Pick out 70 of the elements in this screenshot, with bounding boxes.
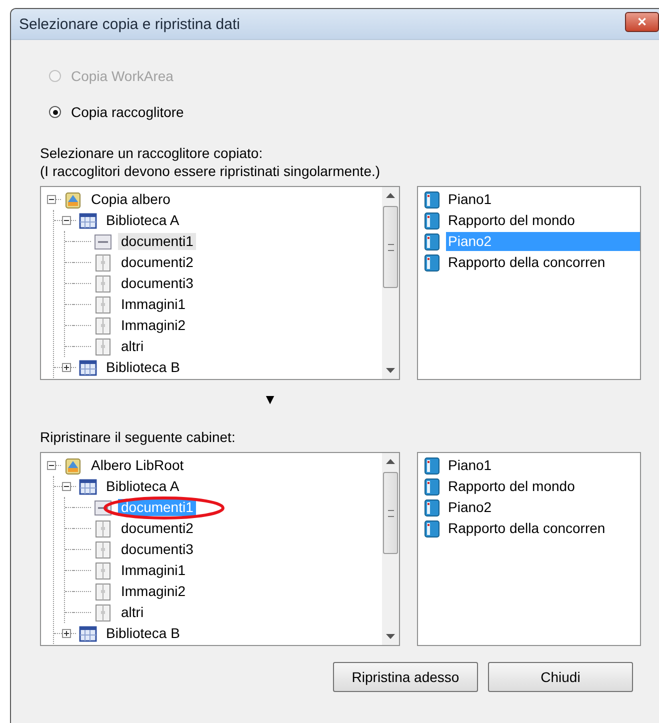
tree-item[interactable]: altri [118,338,147,355]
radio-label[interactable]: Copia raccoglitore [71,104,184,120]
binder-icon [93,582,113,602]
tree-item[interactable]: documenti3 [118,541,196,558]
scroll-down-icon[interactable] [386,368,395,373]
instruction-text: (I raccoglitori devono essere ripristinati singolarmente.) [40,162,382,180]
scroll-down-icon[interactable] [386,634,395,639]
drawer-icon [93,232,113,252]
book-icon [424,456,440,474]
tree-item[interactable]: Copia albero [88,191,174,208]
tree-item[interactable]: documenti1 [118,233,196,250]
book-icon [424,254,440,272]
collapse-icon[interactable] [62,482,71,491]
list-item[interactable]: Piano2 [446,498,640,517]
book-icon [424,212,440,230]
tree-item[interactable]: Immagini1 [118,562,189,579]
grid-icon [78,624,98,644]
tree-item[interactable]: Biblioteca A [103,478,182,495]
binder-icon [93,560,113,580]
vertical-scrollbar[interactable] [382,187,399,379]
book-icon [424,498,440,516]
binder-icon [93,518,113,538]
tree-item[interactable]: altri [118,604,147,621]
tree-item[interactable]: Immagini2 [118,317,189,334]
collapse-icon[interactable] [47,195,56,204]
tree-item[interactable]: documenti2 [118,254,196,271]
binder-icon [93,602,113,622]
book-icon [424,232,440,250]
radio-button[interactable] [49,106,61,118]
tree-item[interactable]: Biblioteca B [103,625,183,642]
tree-item[interactable]: documenti2 [118,520,196,537]
grid-icon [78,210,98,230]
book-icon [424,478,440,496]
grid-icon [78,476,98,496]
down-arrow: ▼ [262,390,278,408]
tree-item[interactable]: documenti3 [118,275,196,292]
window-title: Selezionare copia e ripristina dati [19,16,240,32]
dialog-button[interactable]: Ripristina adesso [333,662,478,692]
expand-icon[interactable] [62,629,71,638]
list-item[interactable]: Rapporto della concorren [446,253,640,272]
section-label: Ripristinare il seguente cabinet: [40,428,236,446]
tree-item[interactable]: Immagini2 [118,583,189,600]
collapse-icon[interactable] [62,216,71,225]
binder-icon [93,336,113,356]
instruction-text: Selezionare un raccoglitore copiato: [40,144,264,162]
grid-icon [78,358,98,378]
tree-root-icon [63,456,83,476]
list-item[interactable]: Piano1 [446,190,640,209]
scroll-up-icon[interactable] [386,459,395,464]
scroll-up-icon[interactable] [386,193,395,198]
vertical-scrollbar[interactable] [382,453,399,645]
binder-icon [93,540,113,560]
tree-item[interactable]: Immagini1 [118,296,189,313]
collapse-icon[interactable] [47,461,56,470]
tree-root-icon [63,190,83,210]
binder-icon [93,252,113,272]
binder-icon [93,316,113,336]
list-item[interactable]: Rapporto del mondo [446,211,640,230]
book-icon [424,190,440,208]
tree-item[interactable]: Biblioteca B [103,359,183,376]
list-item[interactable]: Piano1 [446,456,640,475]
binder-icon [93,274,113,294]
expand-icon[interactable] [62,363,71,372]
book-icon [424,520,440,538]
dialog-button[interactable]: Chiudi [488,662,633,692]
tree-item[interactable]: Biblioteca A [103,212,182,229]
list-item[interactable]: Rapporto del mondo [446,477,640,496]
binder-icon [93,294,113,314]
list-item[interactable]: Rapporto della concorren [446,519,640,538]
tree-item[interactable]: Albero LibRoot [88,457,187,474]
